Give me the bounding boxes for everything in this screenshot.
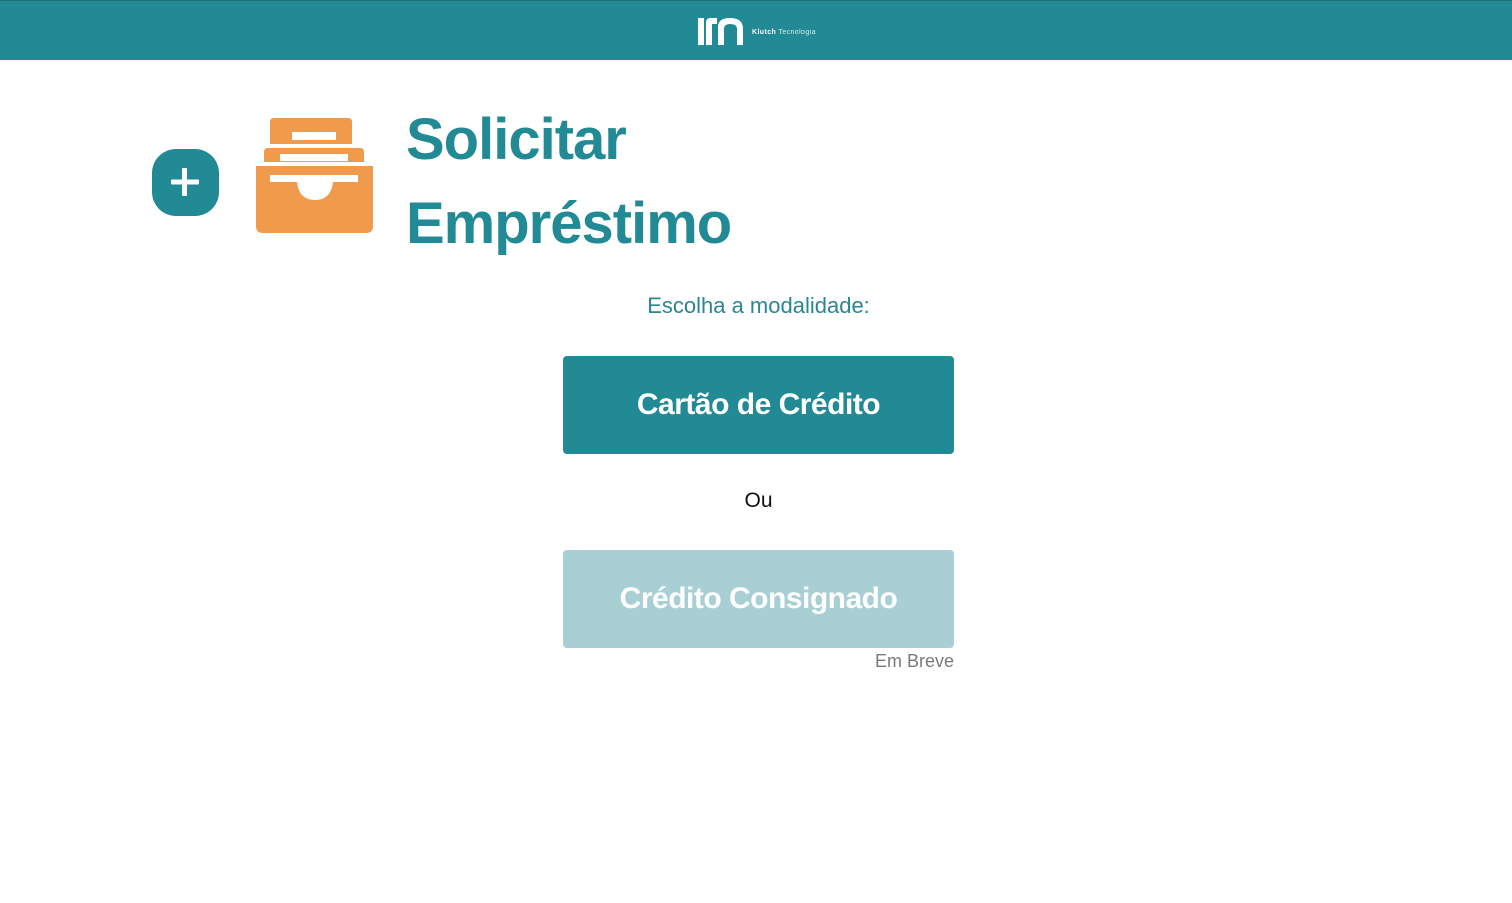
top-navigation-bar: Klutch Tecnologia xyxy=(0,0,1512,60)
brand-name: Klutch xyxy=(752,28,777,36)
modality-prompt: Escolha a modalidade: xyxy=(647,293,870,318)
brand-logo[interactable]: Klutch Tecnologia xyxy=(697,15,816,47)
brand-text: Klutch Tecnologia xyxy=(752,29,816,36)
page-title-line2: Empréstimo xyxy=(406,191,732,256)
coming-soon-note: Em Breve xyxy=(874,651,954,671)
page-title: Solicitar Empréstimo xyxy=(406,98,732,266)
inbox-archive-icon xyxy=(256,118,373,233)
brand-suffix: Tecnologia xyxy=(778,28,816,36)
klutch-logo-icon xyxy=(698,18,743,45)
payroll-credit-button[interactable]: Crédito Consignado xyxy=(563,550,954,648)
add-button[interactable] xyxy=(152,149,219,216)
credit-card-button[interactable]: Cartão de Crédito xyxy=(563,356,954,454)
or-separator: Ou xyxy=(744,489,773,512)
page-title-line1: Solicitar xyxy=(406,107,627,172)
plus-icon xyxy=(171,168,199,196)
